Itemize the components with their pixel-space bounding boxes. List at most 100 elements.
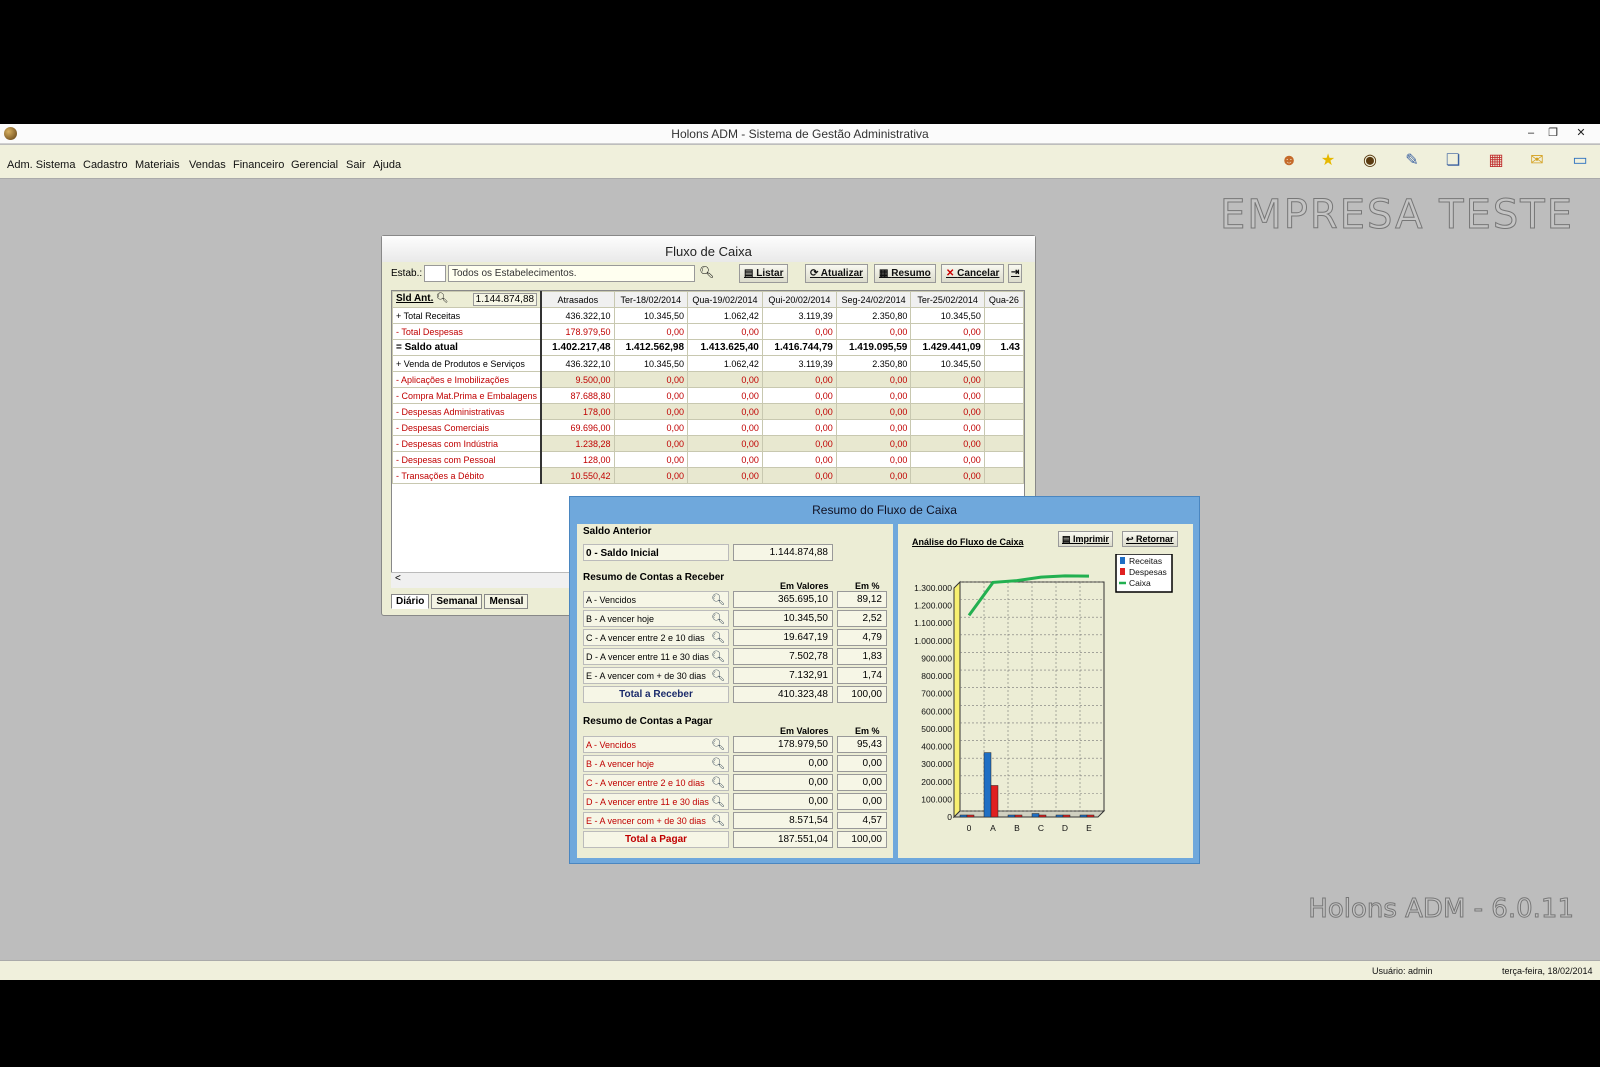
pagar-row-value: 0,00 xyxy=(733,755,833,772)
pagar-row-pct: 0,00 xyxy=(837,793,887,810)
table-row[interactable]: - Aplicações e Imobilizações 9.500,00 0,00… xyxy=(392,371,1024,388)
table-row[interactable]: - Transações a Débito 10.550,42 0,00 0,00 0,… xyxy=(392,467,1024,484)
resumo-button[interactable]: ▦ Resumo xyxy=(874,264,936,283)
search-icon[interactable]: 🔍︎ xyxy=(711,669,725,682)
table-cell: 69.696,00 xyxy=(540,419,615,436)
search-icon[interactable]: 🔍︎ xyxy=(711,612,725,625)
user-icon[interactable]: ☻ xyxy=(1279,151,1299,171)
menu-gerencial[interactable]: Gerencial xyxy=(291,159,338,171)
menu-financeiro[interactable]: Financeiro xyxy=(233,159,284,171)
pagar-row-value: 8.571,54 xyxy=(733,812,833,829)
search-icon[interactable]: 🔍︎ xyxy=(711,650,725,663)
table-cell: 0,00 xyxy=(613,419,689,436)
pagar-row-text: B - A vencer hoje xyxy=(586,759,655,769)
row-label: + Total Receitas xyxy=(392,307,543,324)
table-cell: 0,00 xyxy=(613,403,689,420)
pagar-row-text: C - A vencer entre 2 e 10 dias xyxy=(586,778,705,788)
table-row[interactable]: - Despesas Administrativas 178,00 0,00 0,00… xyxy=(392,403,1024,420)
receitas-bar xyxy=(1055,814,1064,818)
table-cell: 436.322,10 xyxy=(540,355,615,372)
search-icon[interactable]: 🔍︎ xyxy=(711,631,725,644)
search-icon[interactable]: 🔍︎ xyxy=(711,795,725,808)
table-cell: 87.688,80 xyxy=(540,387,615,404)
cancelar-button[interactable]: ✕ Cancelar xyxy=(941,264,1005,283)
estab-field[interactable]: Todos os Estabelecimentos. xyxy=(448,265,695,282)
x-tick-label: 0 xyxy=(967,823,972,833)
y-tick-label: 900.000 xyxy=(921,653,952,663)
receber-row-pct: 1,83 xyxy=(837,648,887,665)
table-cell: 10.550,42 xyxy=(540,467,615,484)
total-receber-pct: 100,00 xyxy=(837,686,887,703)
tab-semanal[interactable]: Semanal xyxy=(431,594,483,609)
table-row[interactable]: + Venda de Produtos e Serviços 436.322,10… xyxy=(392,355,1024,372)
globe-icon[interactable]: ◉ xyxy=(1360,151,1380,171)
receitas-bar xyxy=(1079,814,1088,818)
print-icon: ▤ xyxy=(1062,534,1074,544)
table-cell: 0,00 xyxy=(761,435,837,452)
receitas-bar xyxy=(1007,814,1016,818)
search-icon[interactable]: 🔍︎ xyxy=(711,738,725,751)
window-icon[interactable]: ▭ xyxy=(1570,151,1590,171)
search-icon[interactable]: 🔍︎ xyxy=(699,265,714,279)
restore-button[interactable]: ❐ xyxy=(1544,126,1562,141)
table-row[interactable]: = Saldo atual 1.402.217,48 1.412.562,98 1.4… xyxy=(392,339,1024,356)
retornar-label: Retornar xyxy=(1136,534,1174,544)
menu-sair[interactable]: Sair xyxy=(346,159,366,171)
table-row[interactable]: - Compra Mat.Prima e Embalagens 87.688,80… xyxy=(392,387,1024,404)
menu-materiais[interactable]: Materiais xyxy=(135,159,180,171)
search-icon[interactable]: 🔍︎ xyxy=(711,814,725,827)
table-cell: 0,00 xyxy=(761,419,837,436)
sld-ant-label[interactable]: Sld Ant. xyxy=(396,293,433,304)
table-cell: 0,00 xyxy=(613,467,689,484)
search-icon[interactable]: 🔍︎ xyxy=(436,293,449,304)
calendar-icon[interactable]: ▦ xyxy=(1486,151,1506,171)
receber-row-text: C - A vencer entre 2 e 10 dias xyxy=(586,633,705,643)
menu-vendas[interactable]: Vendas xyxy=(189,159,226,171)
edit-icon[interactable]: ✎ xyxy=(1402,151,1422,171)
status-user: Usuário: admin xyxy=(1372,966,1433,976)
table-row[interactable]: + Total Receitas 436.322,10 10.345,50 1.062… xyxy=(392,307,1024,324)
star-icon[interactable]: ★ xyxy=(1318,151,1338,171)
listar-button[interactable]: ▤ Listar xyxy=(739,264,789,283)
receber-row-value: 10.345,50 xyxy=(733,610,833,627)
menu-cadastro[interactable]: Cadastro xyxy=(83,159,128,171)
table-cell: 1.413.625,40 xyxy=(687,339,763,356)
table-row[interactable]: - Total Despesas 178.979,50 0,00 0,00 0,00 0,… xyxy=(392,323,1024,340)
estab-code-field[interactable] xyxy=(424,265,446,282)
table-cell: 0,00 xyxy=(910,387,985,404)
table-row[interactable]: - Despesas Comerciais 69.696,00 0,00 0,00 0,… xyxy=(392,419,1024,436)
receber-title: Resumo de Contas a Receber xyxy=(583,572,725,583)
table-cell: 1.238,28 xyxy=(540,435,615,452)
menu-ajuda[interactable]: Ajuda xyxy=(373,159,401,171)
pagar-row-label: B - A vencer hoje 🔍︎ xyxy=(583,755,729,772)
exit-button[interactable]: ⇥ xyxy=(1008,264,1023,283)
receber-row-pct: 1,74 xyxy=(837,667,887,684)
tab-diario[interactable]: Diário xyxy=(391,594,430,609)
table-cell: 1.062,42 xyxy=(687,307,763,324)
table-cell: 10.345,50 xyxy=(613,307,689,324)
company-name: EMPRESA TESTE xyxy=(1220,192,1574,239)
search-icon[interactable]: 🔍︎ xyxy=(711,593,725,606)
minimize-button[interactable]: – xyxy=(1522,126,1540,141)
receber-row-text: D - A vencer entre 11 e 30 dias xyxy=(586,652,709,662)
window-title: Holons ADM - Sistema de Gestão Administr… xyxy=(671,127,929,141)
chart-title: Análise do Fluxo de Caixa xyxy=(912,537,1024,547)
documents-icon[interactable]: ❏ xyxy=(1443,151,1463,171)
row-label: + Venda de Produtos e Serviços xyxy=(392,355,543,372)
search-icon[interactable]: 🔍︎ xyxy=(711,757,725,770)
total-receber-label: Total a Receber xyxy=(583,686,729,703)
notes-icon[interactable]: ✉ xyxy=(1527,151,1547,171)
imprimir-button[interactable]: ▤ Imprimir xyxy=(1058,531,1114,547)
atualizar-button[interactable]: ⟳ Atualizar xyxy=(805,264,869,283)
menu-adm-sistema[interactable]: Adm. Sistema xyxy=(7,159,75,171)
close-button[interactable]: ✕ xyxy=(1572,126,1590,141)
table-cell: 0,00 xyxy=(835,323,912,340)
table-row[interactable]: - Despesas com Indústria 1.238,28 0,00 0,00… xyxy=(392,435,1024,452)
table-row[interactable]: - Despesas com Pessoal 128,00 0,00 0,00 0,00… xyxy=(392,451,1024,468)
retornar-button[interactable]: ↩ Retornar xyxy=(1122,531,1178,547)
scroll-left-icon[interactable]: < xyxy=(395,573,401,584)
tab-mensal[interactable]: Mensal xyxy=(484,594,529,609)
receber-row-label: B - A vencer hoje 🔍︎ xyxy=(583,610,729,627)
search-icon[interactable]: 🔍︎ xyxy=(711,776,725,789)
y-tick-label: 1.000.000 xyxy=(914,636,952,646)
